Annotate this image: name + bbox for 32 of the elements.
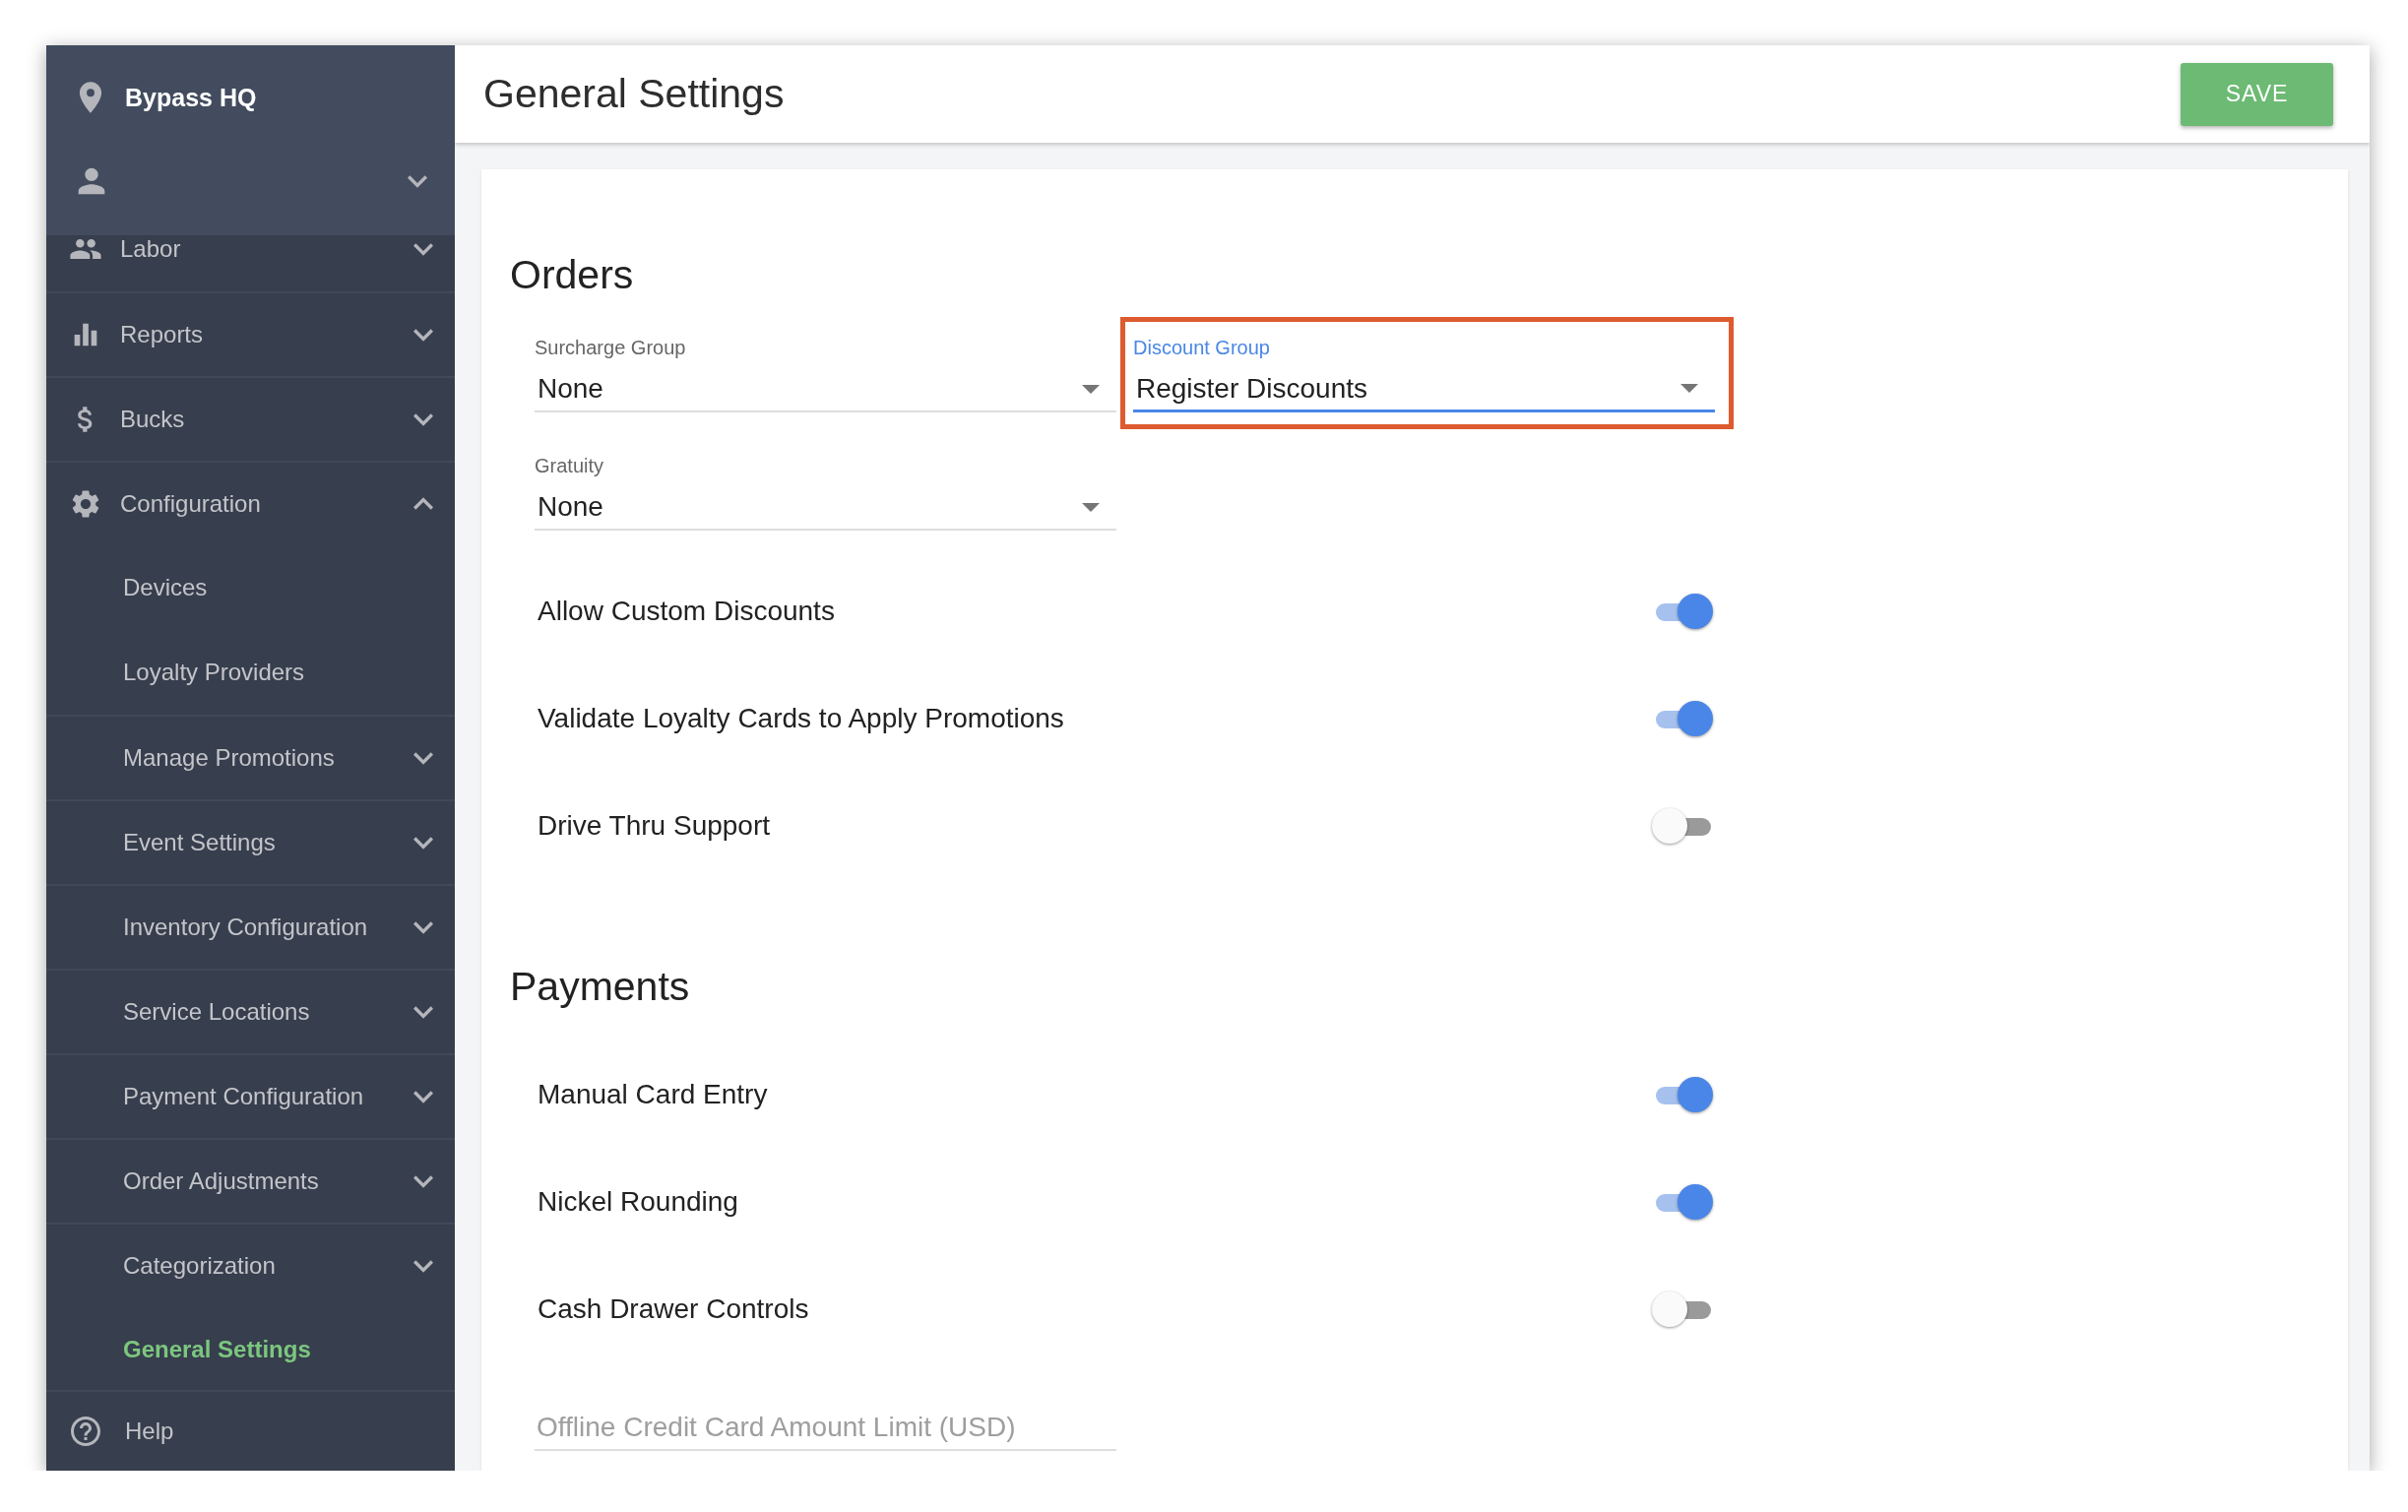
help-icon: [68, 1414, 103, 1449]
toggle-label: Drive Thru Support: [537, 809, 771, 842]
sidebar-item[interactable]: Devices: [46, 545, 455, 630]
sidebar-item[interactable]: General Settings: [46, 1307, 455, 1390]
sidebar-item[interactable]: Reports: [46, 291, 455, 376]
page-title: General Settings: [483, 71, 785, 117]
help-link[interactable]: Help: [46, 1390, 455, 1471]
dropdown-arrow-icon: [1680, 384, 1698, 393]
sidebar-item[interactable]: Categorization: [46, 1223, 455, 1307]
select-field[interactable]: Surcharge Group None: [535, 334, 1116, 412]
sidebar-item[interactable]: Event Settings: [46, 799, 455, 884]
select-field[interactable]: Discount Group Register Discounts: [1133, 334, 1715, 412]
location-name: Bypass HQ: [125, 83, 257, 112]
sidebar-item[interactable]: Loyalty Providers: [46, 630, 455, 715]
toggle-label: Cash Drawer Controls: [537, 1292, 809, 1325]
toggle-label: Allow Custom Discounts: [537, 595, 835, 627]
sidebar-item[interactable]: Payment Configuration: [46, 1053, 455, 1138]
sidebar-item[interactable]: Configuration: [46, 461, 455, 545]
section-title: Orders: [510, 251, 635, 299]
sidebar-item[interactable]: Manage Promotions: [46, 715, 455, 799]
toggle-label: Manual Card Entry: [537, 1078, 768, 1110]
sidebar-item[interactable]: Service Locations: [46, 969, 455, 1053]
dropdown-arrow-icon: [1082, 384, 1100, 394]
sidebar-item[interactable]: Labor: [46, 235, 455, 291]
select-field[interactable]: Gratuity None: [535, 452, 1116, 531]
dropdown-arrow-icon: [1082, 502, 1100, 512]
toggle-label: Validate Loyalty Cards to Apply Promotions: [537, 702, 1064, 734]
sidebar-item[interactable]: Bucks: [46, 376, 455, 461]
sidebar-item[interactable]: Inventory Configuration: [46, 884, 455, 969]
sidebar-item[interactable]: Order Adjustments: [46, 1138, 455, 1223]
section-title: Payments: [510, 963, 691, 1011]
toggle-label: Nickel Rounding: [537, 1185, 738, 1218]
